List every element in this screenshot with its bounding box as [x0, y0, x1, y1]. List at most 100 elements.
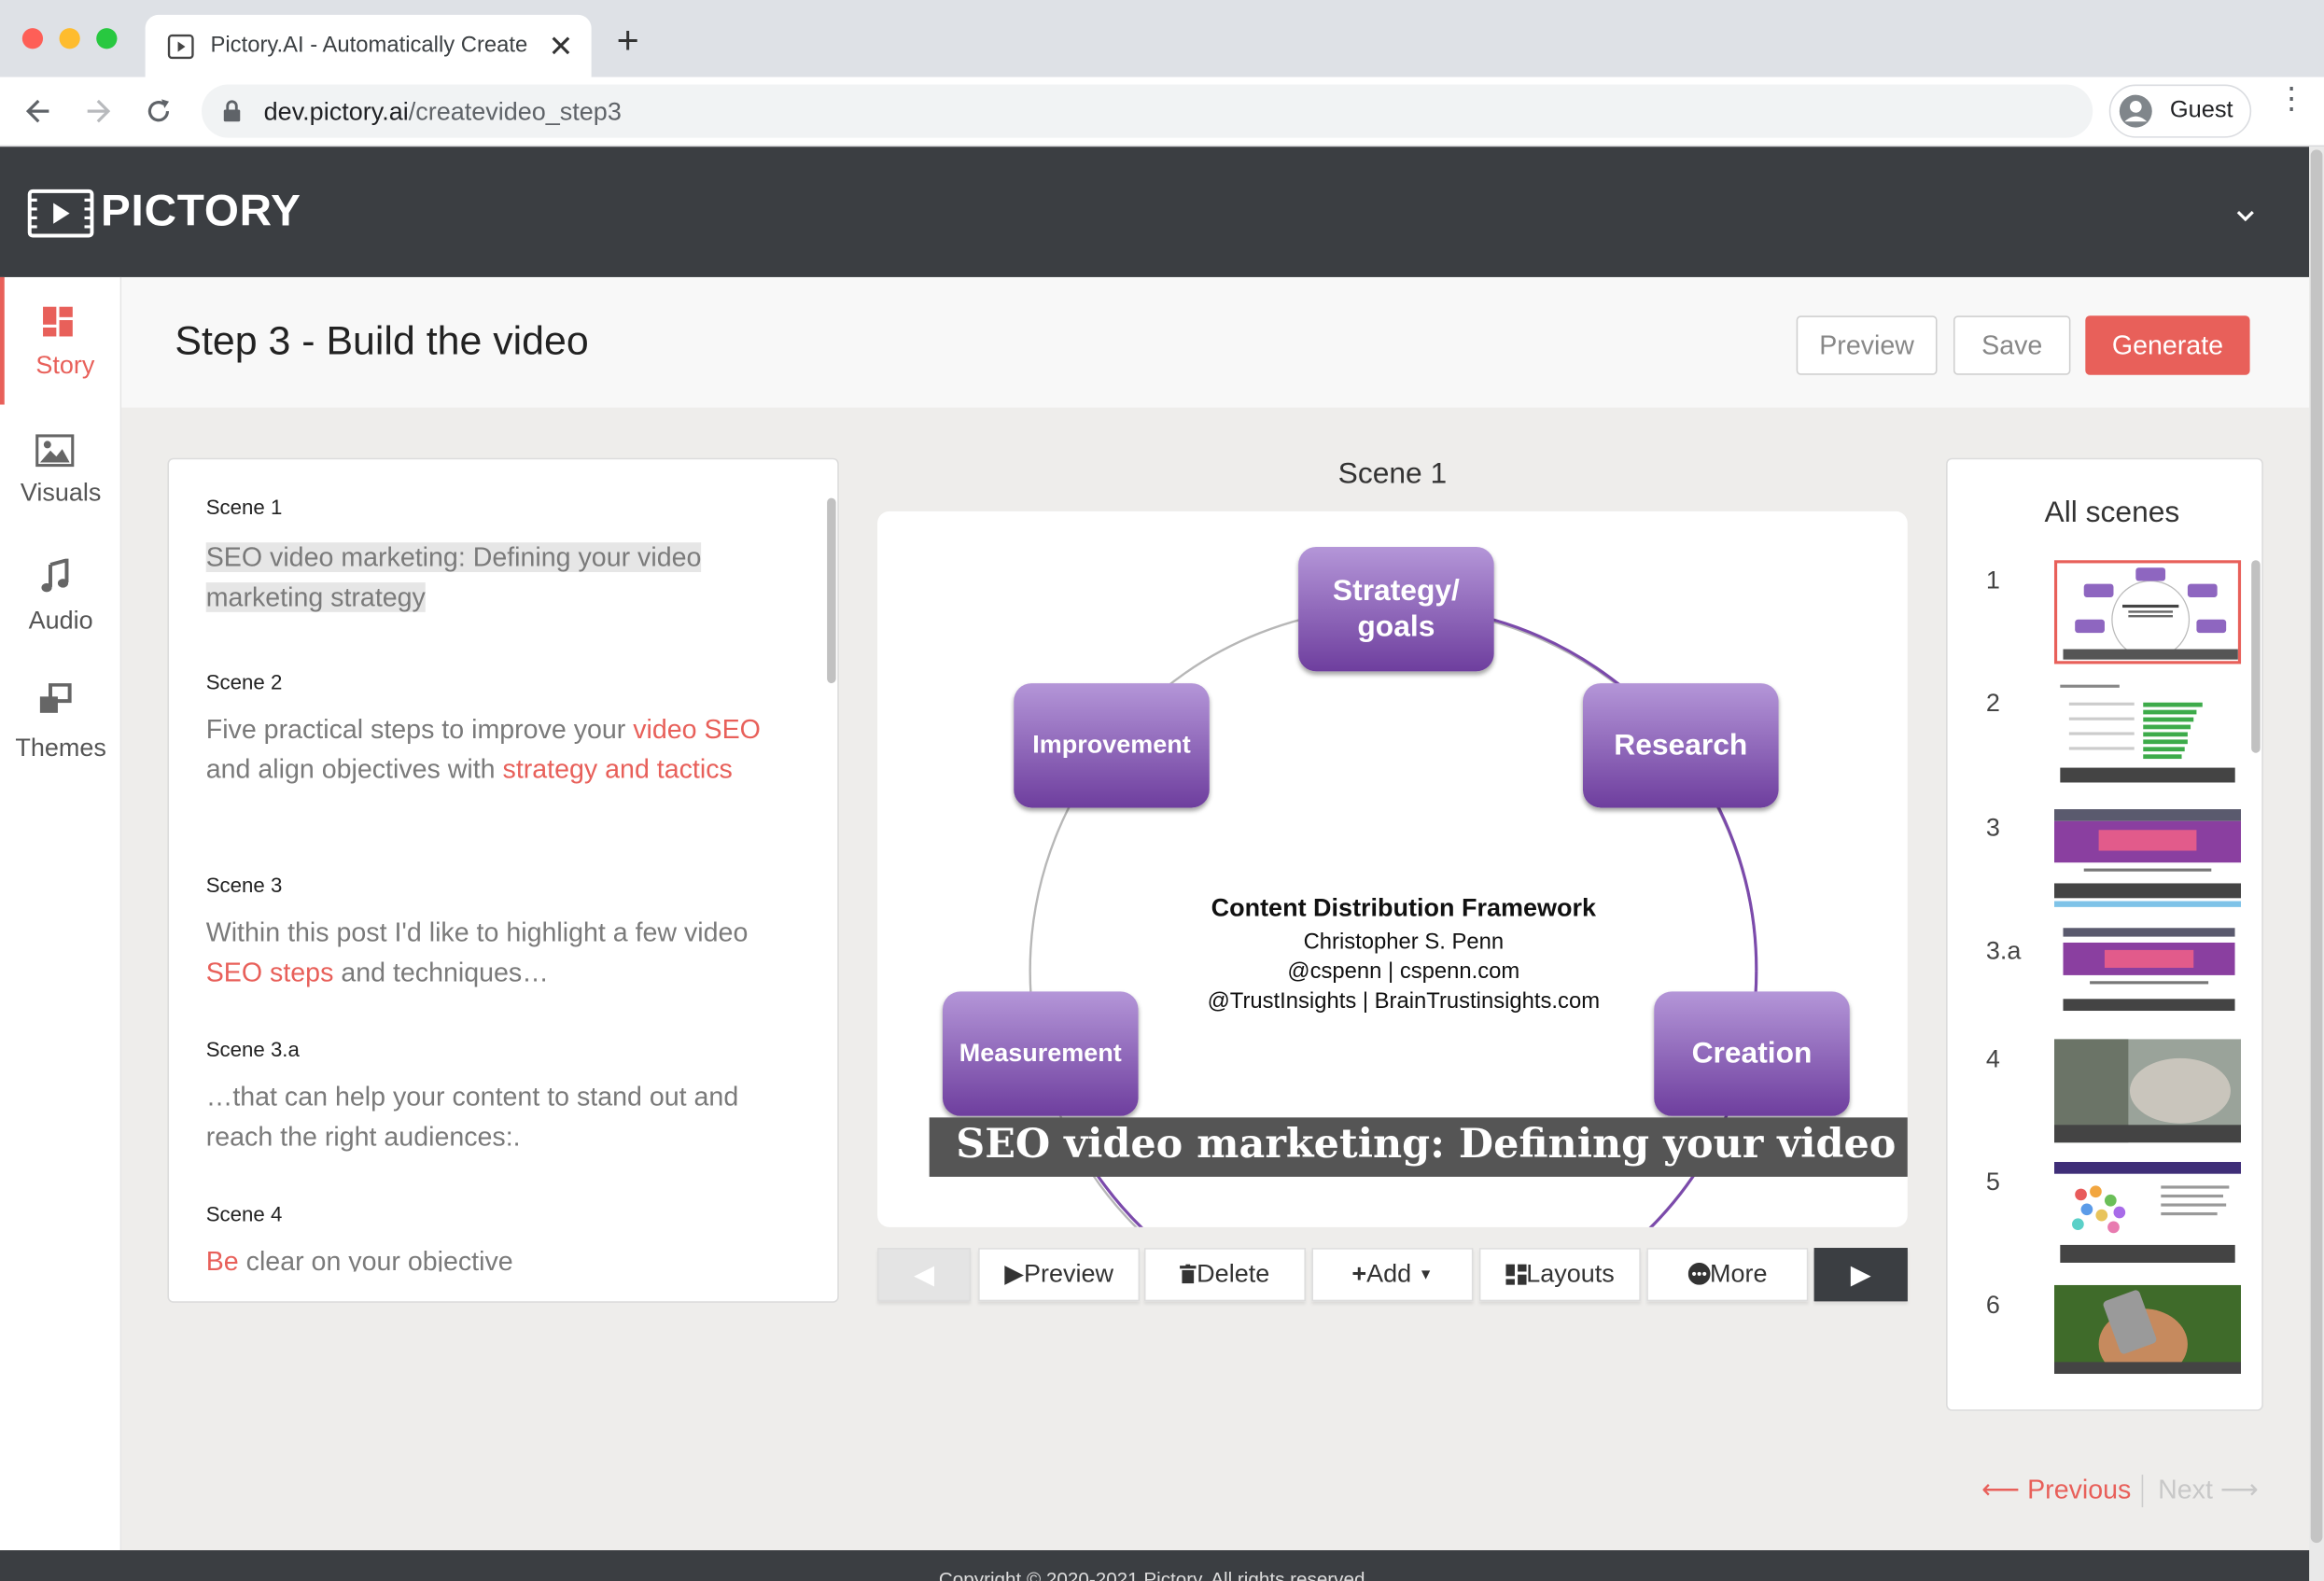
thumbnail-photo [2053, 1284, 2242, 1375]
profile-button[interactable]: Guest [2108, 84, 2252, 138]
scene-number: 5 [1985, 1168, 2000, 1196]
browser-toolbar: dev.pictory.ai/createvideo_step3 Guest ⋮ [0, 77, 2324, 147]
url-text: dev.pictory.ai/createvideo_step3 [263, 97, 622, 126]
sidebar-item-visuals[interactable]: Visuals [0, 405, 121, 533]
diagram-node-research: Research [1582, 683, 1779, 808]
close-window-button[interactable] [21, 28, 44, 49]
scene-text[interactable]: …that can help your content to stand out… [206, 1077, 806, 1157]
previous-scene-button[interactable]: ◀ [877, 1248, 972, 1302]
image-icon [35, 434, 75, 468]
logo-text: PICTORY [100, 187, 301, 236]
sidebar-item-label: Story [35, 351, 95, 380]
scene-caption: SEO video marketing: Defining your video… [929, 1117, 1908, 1177]
thumbnail-bar-chart [2060, 684, 2235, 783]
thumbnail-diagram [2063, 567, 2238, 660]
scene-thumbnail[interactable] [2053, 1039, 2242, 1143]
scene-thumbnail[interactable] [2053, 681, 2242, 786]
scene-number: 6 [1985, 1291, 2000, 1320]
caret-down-icon: ▼ [1418, 1266, 1434, 1284]
plus-icon: + [1351, 1259, 1367, 1288]
footer-text: Copyright © 2020-2021 Pictory. All right… [938, 1568, 1371, 1581]
close-tab-icon[interactable]: ✕ [549, 28, 574, 65]
scene-text[interactable]: Within this post I'd like to highlight a… [206, 913, 806, 993]
scene-heading: Scene 1 [205, 495, 283, 519]
scene-canvas[interactable]: Strategy/ goals Research Creation Measur… [877, 511, 1908, 1227]
arrow-right-icon: ⟶ [2219, 1475, 2259, 1504]
sidebar-item-themes[interactable]: Themes [0, 660, 121, 788]
lock-icon [223, 100, 241, 122]
preview-scene-button[interactable]: ▶Preview [978, 1248, 1141, 1302]
scene-number: 4 [1985, 1044, 2000, 1073]
layouts-button[interactable]: Layouts [1478, 1248, 1641, 1302]
scene-heading: Scene 3.a [205, 1037, 300, 1062]
thumbnail-webpage [2063, 928, 2235, 1012]
preview-button[interactable]: Preview [1796, 315, 1938, 375]
trash-icon [1180, 1264, 1197, 1284]
sidebar-item-audio[interactable]: Audio [0, 532, 121, 660]
more-dots-icon [1687, 1262, 1710, 1285]
scenes-scrollbar[interactable] [2251, 560, 2261, 753]
back-arrow-icon[interactable] [23, 96, 53, 126]
tab-title: Pictory.AI - Automatically Create [210, 32, 528, 58]
sidebar-item-label: Themes [15, 734, 106, 763]
pictory-favicon-icon [167, 34, 194, 60]
diagram-node-creation: Creation [1654, 991, 1850, 1116]
generate-button[interactable]: Generate [2085, 315, 2250, 375]
browser-tab[interactable]: Pictory.AI - Automatically Create ✕ [145, 14, 592, 77]
pictory-logo-icon[interactable] [27, 189, 95, 239]
all-scenes-title: All scenes [2044, 496, 2180, 529]
scene-heading: Scene 2 [205, 669, 283, 694]
story-scrollbar[interactable] [827, 497, 836, 684]
step-bar: Step 3 - Build the video Preview Save Ge… [121, 276, 2310, 408]
avatar-icon [2119, 94, 2152, 128]
dashboard-icon [43, 306, 73, 337]
page-scrollbar-thumb[interactable] [2310, 149, 2323, 1544]
profile-label: Guest [2169, 97, 2233, 123]
scene-thumbnail[interactable] [2063, 928, 2235, 1032]
delete-scene-button[interactable]: Delete [1143, 1248, 1307, 1302]
next-scene-button[interactable]: ▶ [1813, 1248, 1908, 1302]
new-tab-icon[interactable]: + [617, 21, 639, 59]
thumbnail-webpage [2053, 809, 2242, 907]
sidebar-item-label: Visuals [20, 478, 102, 508]
story-panel: Scene 1 SEO video marketing: Defining yo… [167, 457, 839, 1303]
next-link[interactable]: Next ⟶ [2158, 1475, 2259, 1505]
scene-number: 3.a [1985, 936, 2022, 965]
diagram-node-measurement: Measurement [942, 991, 1139, 1116]
layers-icon [39, 683, 72, 713]
browser-tab-strip: Pictory.AI - Automatically Create ✕ + [0, 0, 2324, 77]
page-title: Step 3 - Build the video [175, 318, 589, 364]
scene-number: 3 [1985, 813, 2000, 842]
all-scenes-panel: All scenes 1 2 3 3.a 4 5 6 [1946, 457, 2263, 1411]
minimize-window-button[interactable] [59, 28, 80, 49]
reload-icon[interactable] [144, 96, 174, 126]
more-button[interactable]: More [1646, 1248, 1809, 1302]
forward-arrow-icon[interactable] [83, 96, 113, 126]
save-button[interactable]: Save [1953, 315, 2071, 375]
scene-number: 1 [1985, 566, 2000, 595]
scene-thumbnail[interactable] [2053, 809, 2242, 914]
scene-text[interactable]: Be clear on your objective [206, 1242, 806, 1272]
add-dropdown-button[interactable]: +Add ▼ [1311, 1248, 1474, 1302]
sidebar: Story Visuals Audio Themes [0, 276, 122, 1552]
sidebar-item-story[interactable]: Story [0, 276, 121, 405]
scene-number: 2 [1985, 689, 2000, 718]
pager-divider [2141, 1475, 2144, 1507]
scene-thumbnail[interactable] [2053, 1161, 2242, 1266]
sidebar-item-label: Audio [28, 606, 93, 635]
scene-text[interactable]: Five practical steps to improve your vid… [206, 710, 806, 790]
diagram-node-improvement: Improvement [1014, 683, 1210, 808]
browser-menu-icon[interactable]: ⋮ [2276, 85, 2306, 115]
scene-thumbnail[interactable] [2053, 560, 2242, 665]
scene-text[interactable]: SEO video marketing: Defining your video… [205, 538, 740, 618]
previous-link[interactable]: ⟵ Previous [1981, 1475, 2131, 1505]
diagram-node-strategy: Strategy/ goals [1298, 546, 1494, 672]
scene-thumbnail[interactable] [2053, 1284, 2242, 1375]
maximize-window-button[interactable] [96, 28, 118, 49]
scene-title: Scene 1 [1337, 457, 1448, 491]
page-scrollbar[interactable] [2309, 147, 2324, 1581]
address-bar[interactable]: dev.pictory.ai/createvideo_step3 [201, 84, 2093, 138]
chevron-down-icon[interactable] [2235, 209, 2256, 224]
footer: Copyright © 2020-2021 Pictory. All right… [0, 1550, 2310, 1581]
music-note-icon [41, 558, 69, 593]
